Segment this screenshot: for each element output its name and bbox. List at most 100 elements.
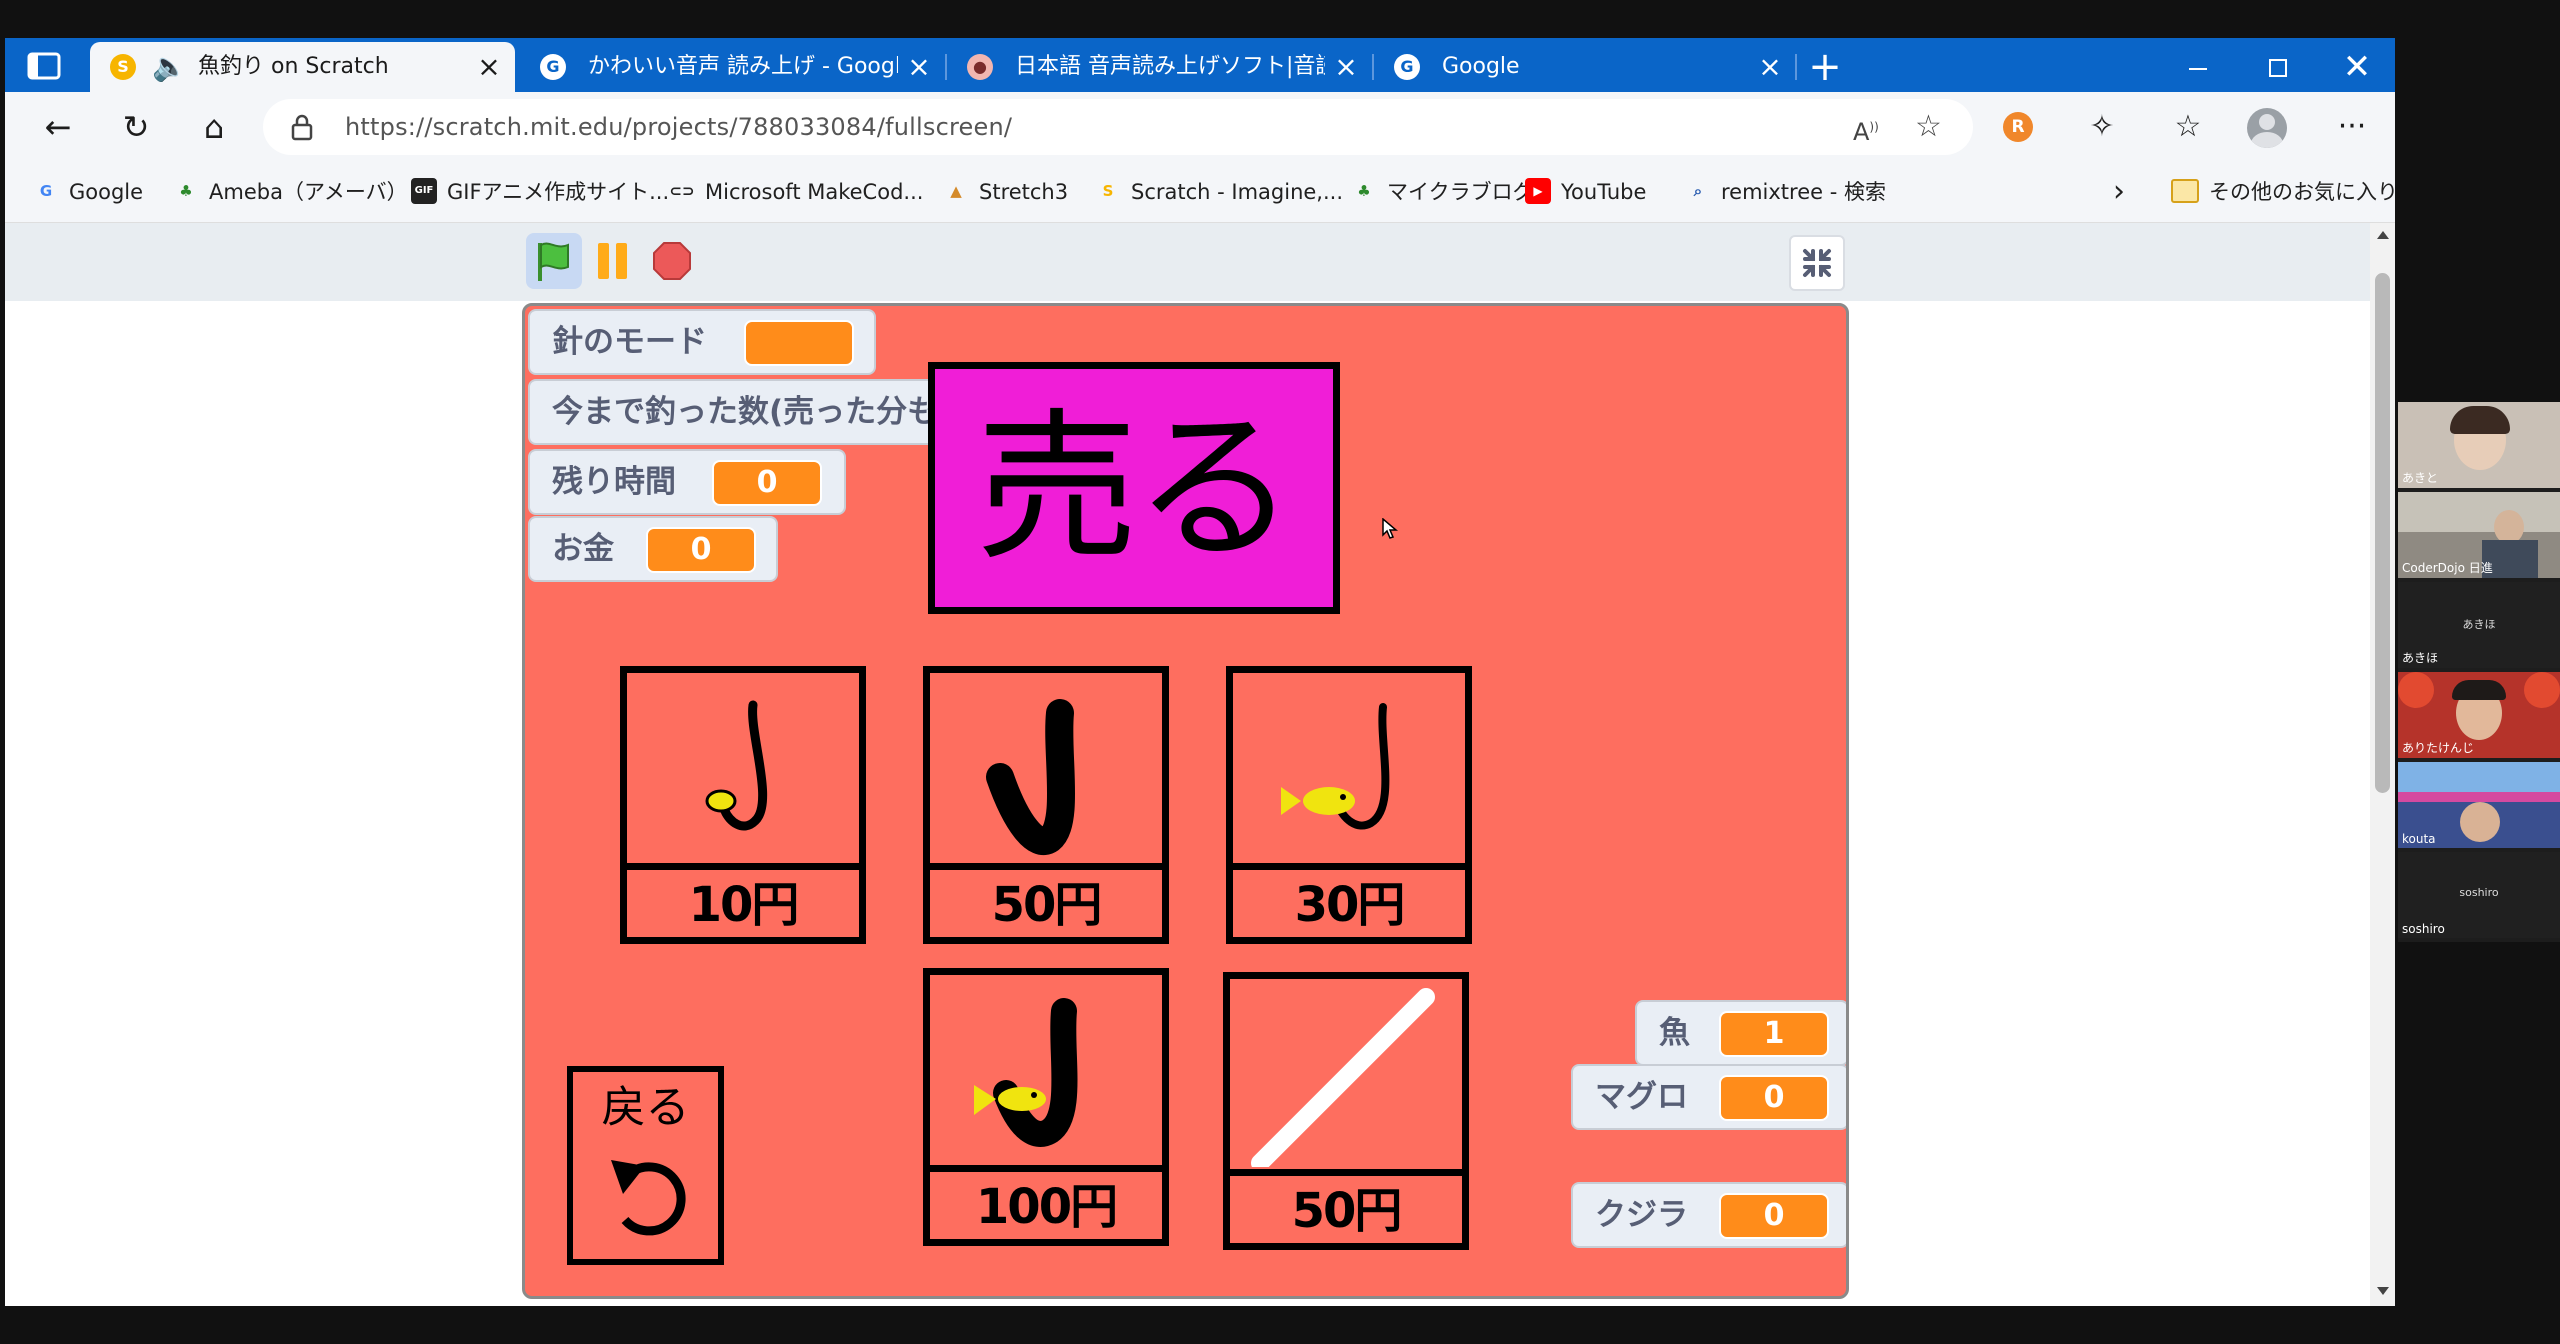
shop-item-thin-hook[interactable]: 10円 [620,666,866,944]
monitor-label: 残り時間 [552,464,676,500]
bookmark-remixtree[interactable]: ⌕ remixtree - 検索 [1685,162,1886,222]
url-text: https://scratch.mit.edu/projects/7880330… [345,113,1013,141]
bookmark-stretch[interactable]: ▲ Stretch3 [943,162,1068,222]
scratch-icon: S [1102,182,1114,200]
video-call-panel: あきと CoderDojo 日進 あきほ あきほ ありたけんじ kouta so… [2398,402,2560,942]
tab-google-search[interactable]: G かわいい音声 読み上げ - Google 検索 × [520,42,945,92]
tab-title: 日本語 音声読み上げソフト|音読さん [1015,54,1325,79]
participant-tile[interactable]: あきと [2398,402,2560,488]
bookmark-ameba[interactable]: ♣ Ameba（アメーバ） [173,162,407,222]
shop-item-thick-hook[interactable]: 50円 [923,666,1169,944]
minecraft-icon: ♣ [1357,182,1371,200]
hook-with-fish-icon [1281,703,1390,830]
monitor-label: 針のモード [552,324,707,360]
stop-icon[interactable] [648,237,696,285]
monitor-value: 0 [1719,1193,1829,1239]
shop-item-white-rod[interactable]: 50円 [1223,972,1469,1250]
plus-icon[interactable]: + [1800,42,1850,92]
close-tab-icon[interactable]: × [1332,42,1360,92]
tab-scratch[interactable]: S 🔈 魚釣り on Scratch × [90,42,515,92]
monitor-value: 0 [1719,1075,1829,1121]
profile-avatar-icon[interactable] [2247,108,2287,148]
bookmark-gif[interactable]: GIF GIFアニメ作成サイト... [411,162,669,222]
speaker-icon[interactable]: 🔈 [152,42,187,92]
home-icon[interactable]: ⌂ [189,102,239,152]
scratch-stage[interactable]: 針のモード 今まで釣った数(売った分も) 1 残り時間 0 お金 0 売る [522,303,1849,1299]
close-tab-icon[interactable]: × [905,42,933,92]
scroll-up-icon[interactable] [2377,231,2389,239]
bookmark-scratch[interactable]: S Scratch - Imagine,... [1095,162,1343,222]
participant-tile[interactable]: あきほ あきほ [2398,582,2560,668]
gif-icon: GIF [411,178,437,204]
thin-hook-with-bait-icon [705,700,768,831]
ameba-icon: ♣ [179,182,193,200]
close-window-icon[interactable]: ✕ [2327,42,2387,92]
more-options-icon[interactable]: ··· [2327,102,2377,152]
participant-tile[interactable]: kouta [2398,762,2560,848]
price-label: 10円 [688,877,800,933]
price-label: 30円 [1294,877,1406,933]
browser-toolbar: ← ↻ ⌂ https://scratch.mit.edu/projects/7… [5,92,2395,162]
close-tab-icon[interactable]: × [1756,42,1784,92]
monitor-money: お金 0 [528,516,778,582]
scrollbar-thumb[interactable] [2375,273,2390,793]
monitor-fish: 魚 1 [1635,1000,1846,1066]
participant-tile[interactable]: CoderDojo 日進 [2398,492,2560,578]
player-controls-strip [5,223,2370,301]
monitor-hook-mode: 針のモード [528,309,876,375]
bookmark-minecraft[interactable]: ♣ マイクラブログ [1351,162,1533,222]
tab-title: Google [1442,54,1520,79]
youtube-icon: ▶ [1525,178,1551,204]
restore-icon[interactable] [2247,42,2307,92]
extension-badge-icon[interactable]: R [2003,112,2033,142]
google-favicon: G [540,54,566,80]
bookmark-google[interactable]: G Google [33,162,143,222]
page-scrollbar[interactable] [2370,223,2395,1306]
tab-ondoku[interactable]: ● 日本語 音声読み上げソフト|音読さん × [947,42,1372,92]
participant-tile[interactable]: soshiro soshiro [2398,852,2560,938]
monitor-label: 魚 [1659,1015,1690,1051]
monitor-tuna: マグロ 0 [1571,1064,1846,1130]
sell-button[interactable]: 売る [928,362,1340,614]
favorites-icon[interactable]: ☆ [2163,102,2213,152]
extensions-icon[interactable]: ✧ [2077,102,2127,152]
tab-google[interactable]: G Google × [1374,42,1796,92]
monitor-time-left: 残り時間 0 [528,449,846,515]
mouse-cursor-icon [1382,518,1398,539]
green-flag-icon[interactable] [526,233,582,289]
thick-hook-with-fish-icon [974,998,1078,1147]
stretch-icon: ▲ [950,182,962,200]
address-bar[interactable]: https://scratch.mit.edu/projects/7880330… [263,99,1973,155]
search-icon: ⌕ [1693,182,1703,200]
tab-title: かわいい音声 読み上げ - Google 検索 [588,54,898,79]
makecode-icon: ⊂⊃ [669,182,695,200]
scroll-down-icon[interactable] [2377,1287,2389,1295]
other-favorites-folder[interactable]: その他のお気に入り [2171,162,2395,222]
ondoku-favicon: ● [967,54,993,80]
chevron-right-icon[interactable]: › [2113,162,2125,222]
participant-tile[interactable]: ありたけんじ [2398,672,2560,758]
add-favorite-icon[interactable]: ☆ [1915,99,1942,155]
monitor-value: 1 [1719,1011,1829,1057]
google-favicon: G [1394,54,1420,80]
pause-icon[interactable] [592,237,636,285]
bookmark-youtube[interactable]: ▶ YouTube [1525,162,1646,222]
refresh-icon[interactable]: ↻ [111,102,161,152]
google-icon: G [39,182,53,200]
tab-actions-icon[interactable] [23,48,65,84]
exit-fullscreen-icon[interactable] [1789,235,1845,291]
monitor-value: 0 [646,527,756,573]
back-button[interactable]: 戻る [567,1066,724,1265]
shop-item-big-fish-hook[interactable]: 100円 [923,968,1169,1246]
shop-item-fish-hook[interactable]: 30円 [1226,666,1472,944]
browser-window: S 🔈 魚釣り on Scratch × G かわいい音声 読み上げ - Goo… [5,38,2395,1306]
back-arrow-icon[interactable]: ← [33,102,83,152]
minimize-icon[interactable] [2167,42,2227,92]
white-rod-icon [1251,988,1435,1167]
close-tab-icon[interactable]: × [475,42,503,92]
monitor-value [744,320,854,366]
read-aloud-icon[interactable]: A)) [1853,99,1879,160]
bookmark-makecode[interactable]: ⊂⊃ Microsoft MakeCod... [669,162,923,222]
lock-icon[interactable] [291,113,313,141]
undo-arrow-icon [611,1160,686,1236]
